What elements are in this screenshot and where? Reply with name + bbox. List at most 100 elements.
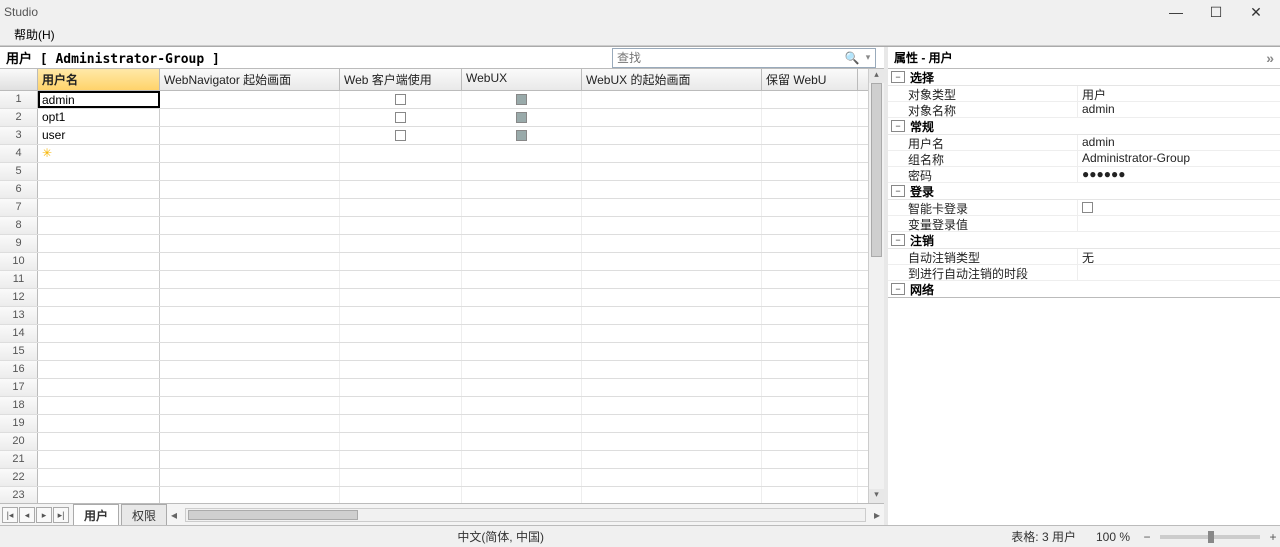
row-number[interactable]: 20 xyxy=(0,433,38,450)
nav-next-icon[interactable]: ▸ xyxy=(36,507,52,523)
cell-webux[interactable] xyxy=(462,451,582,468)
menu-help[interactable]: 帮助(H) xyxy=(8,24,61,45)
cell-reserve[interactable] xyxy=(762,487,858,503)
cell-webux[interactable] xyxy=(462,379,582,396)
prop-value[interactable]: admin xyxy=(1078,135,1280,150)
cell-web-client[interactable] xyxy=(340,289,462,306)
row-number[interactable]: 8 xyxy=(0,217,38,234)
cell-web-client[interactable] xyxy=(340,199,462,216)
cell-web-client[interactable] xyxy=(340,451,462,468)
cell-username[interactable] xyxy=(38,199,160,216)
cell-webux-start[interactable] xyxy=(582,487,762,503)
cell-username[interactable]: user xyxy=(38,127,160,144)
cell-reserve[interactable] xyxy=(762,127,858,144)
search-box[interactable]: 🔍 ▾ xyxy=(612,48,876,68)
close-button[interactable]: ✕ xyxy=(1236,0,1276,24)
cell-web-client[interactable] xyxy=(340,271,462,288)
hscroll-right-icon[interactable]: ▸ xyxy=(870,508,884,522)
prop-row[interactable]: 智能卡登录 xyxy=(888,200,1280,216)
cell-webux[interactable] xyxy=(462,145,582,162)
prop-value[interactable] xyxy=(1078,265,1280,280)
cell-username[interactable] xyxy=(38,163,160,180)
cell-webnav-start[interactable] xyxy=(160,199,340,216)
cell-webnav-start[interactable] xyxy=(160,469,340,486)
cell-reserve[interactable] xyxy=(762,469,858,486)
col-username[interactable]: 用户名 xyxy=(38,69,160,90)
cell-webux-start[interactable] xyxy=(582,397,762,414)
table-row[interactable]: 17 xyxy=(0,379,868,397)
cell-webux[interactable] xyxy=(462,271,582,288)
checkbox-icon[interactable] xyxy=(1082,202,1093,213)
row-number[interactable]: 13 xyxy=(0,307,38,324)
cell-webnav-start[interactable] xyxy=(160,415,340,432)
cell-webux[interactable] xyxy=(462,343,582,360)
cell-username[interactable] xyxy=(38,307,160,324)
row-number[interactable]: 15 xyxy=(0,343,38,360)
cell-webnav-start[interactable] xyxy=(160,253,340,270)
cell-webux[interactable] xyxy=(462,163,582,180)
cell-webux-start[interactable] xyxy=(582,415,762,432)
cell-webux[interactable] xyxy=(462,235,582,252)
cell-web-client[interactable] xyxy=(340,217,462,234)
table-row[interactable]: 18 xyxy=(0,397,868,415)
cell-username[interactable] xyxy=(38,451,160,468)
row-number[interactable]: 3 xyxy=(0,127,38,144)
cell-webux[interactable] xyxy=(462,217,582,234)
table-row[interactable]: 20 xyxy=(0,433,868,451)
row-number[interactable]: 11 xyxy=(0,271,38,288)
row-number[interactable]: 21 xyxy=(0,451,38,468)
cell-reserve[interactable] xyxy=(762,361,858,378)
cell-web-client[interactable] xyxy=(340,145,462,162)
table-row[interactable]: 10 xyxy=(0,253,868,271)
prop-row[interactable]: 自动注销类型无 xyxy=(888,249,1280,265)
cell-reserve[interactable] xyxy=(762,235,858,252)
nav-first-icon[interactable]: |◂ xyxy=(2,507,18,523)
prop-value[interactable] xyxy=(1078,216,1280,231)
prop-value[interactable]: admin xyxy=(1078,102,1280,117)
cell-webux[interactable] xyxy=(462,325,582,342)
cell-webux[interactable] xyxy=(462,109,582,126)
cell-webux[interactable] xyxy=(462,469,582,486)
cell-username[interactable] xyxy=(38,415,160,432)
col-webux-start[interactable]: WebUX 的起始画面 xyxy=(582,69,762,90)
cell-web-client[interactable] xyxy=(340,109,462,126)
cell-webux-start[interactable] xyxy=(582,361,762,378)
cell-webux[interactable] xyxy=(462,415,582,432)
cell-web-client[interactable] xyxy=(340,127,462,144)
row-number[interactable]: 4 xyxy=(0,145,38,162)
cell-username[interactable] xyxy=(38,469,160,486)
collapse-icon[interactable]: − xyxy=(891,120,905,132)
table-row[interactable]: 6 xyxy=(0,181,868,199)
table-row[interactable]: 22 xyxy=(0,469,868,487)
cell-username[interactable] xyxy=(38,289,160,306)
table-row[interactable]: 19 xyxy=(0,415,868,433)
cell-reserve[interactable] xyxy=(762,91,858,108)
cell-reserve[interactable] xyxy=(762,181,858,198)
prop-row[interactable]: 到进行自动注销的时段 xyxy=(888,265,1280,281)
cell-webux-start[interactable] xyxy=(582,145,762,162)
prop-row[interactable]: 对象类型用户 xyxy=(888,86,1280,102)
collapse-icon[interactable]: − xyxy=(891,283,905,295)
cell-webux[interactable] xyxy=(462,433,582,450)
cell-username[interactable] xyxy=(38,433,160,450)
cell-web-client[interactable] xyxy=(340,235,462,252)
scroll-up-icon[interactable]: ▴ xyxy=(869,69,884,83)
maximize-button[interactable]: ☐ xyxy=(1196,0,1236,24)
properties-more-icon[interactable]: » xyxy=(1266,50,1274,66)
row-number[interactable]: 12 xyxy=(0,289,38,306)
search-input[interactable] xyxy=(613,49,843,67)
table-row[interactable]: 8 xyxy=(0,217,868,235)
cell-webux-start[interactable] xyxy=(582,235,762,252)
cell-webnav-start[interactable] xyxy=(160,397,340,414)
cell-webux-start[interactable] xyxy=(582,379,762,396)
prop-group-header[interactable]: −常规 xyxy=(888,118,1280,135)
cell-webux[interactable] xyxy=(462,181,582,198)
cell-web-client[interactable] xyxy=(340,163,462,180)
nav-last-icon[interactable]: ▸| xyxy=(53,507,69,523)
cell-username[interactable] xyxy=(38,271,160,288)
cell-webnav-start[interactable] xyxy=(160,163,340,180)
cell-username[interactable] xyxy=(38,325,160,342)
cell-webnav-start[interactable] xyxy=(160,451,340,468)
cell-webux-start[interactable] xyxy=(582,307,762,324)
row-number[interactable]: 16 xyxy=(0,361,38,378)
